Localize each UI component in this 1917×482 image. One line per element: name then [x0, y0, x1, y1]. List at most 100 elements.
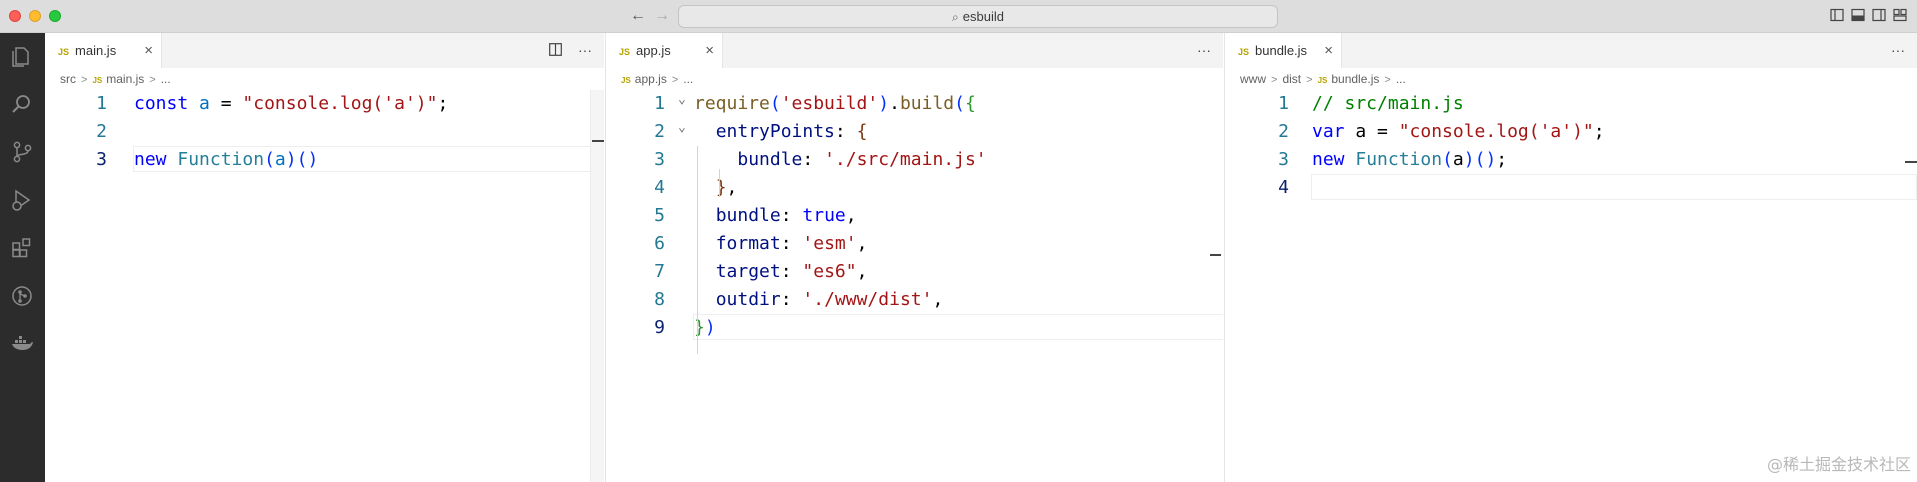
code-token: (: [1474, 149, 1486, 170]
code-line[interactable]: 4: [1225, 174, 1917, 202]
indent-guide: [697, 146, 698, 354]
code-line[interactable]: 2: [45, 118, 604, 146]
more-icon[interactable]: ···: [1197, 42, 1211, 58]
source-control-icon[interactable]: [9, 139, 35, 165]
back-arrow-icon[interactable]: ←: [630, 6, 646, 26]
split-editor-icon[interactable]: [549, 42, 566, 58]
git-graph-icon[interactable]: [9, 283, 35, 309]
breadcrumb-item[interactable]: main.js: [106, 72, 144, 86]
code-line[interactable]: 1 ⌄ require('esbuild').build({: [606, 90, 1223, 118]
code-line[interactable]: 2 var a = "console.log('a')";: [1225, 118, 1917, 146]
extensions-icon[interactable]: [9, 235, 35, 261]
run-debug-icon[interactable]: [9, 187, 35, 213]
breadcrumb-item[interactable]: src: [60, 72, 76, 86]
command-center-search[interactable]: ⌕ esbuild: [678, 5, 1278, 28]
code-editor[interactable]: 1 const a = "console.log('a')"; 2 3 new Func…: [45, 90, 604, 174]
line-number: 3: [654, 149, 665, 170]
code-line[interactable]: 3 new Function(a)();: [1225, 146, 1917, 174]
code-token: "console.log('a')": [242, 93, 438, 114]
code-line[interactable]: 1 const a = "console.log('a')";: [45, 90, 604, 118]
code-text: const a = "console.log('a')";: [134, 90, 448, 118]
breadcrumb-item[interactable]: www: [1240, 72, 1266, 86]
code-line[interactable]: 3 new Function(a)(): [45, 146, 604, 174]
editor-actions: ···: [1185, 33, 1211, 68]
tab-bar: JS bundle.js × ···: [1225, 33, 1917, 68]
customize-layout-icon[interactable]: [1893, 8, 1907, 22]
code-token: var: [1312, 121, 1345, 142]
breadcrumb-item[interactable]: ...: [161, 72, 171, 86]
code-token: "console.log('a')": [1398, 121, 1594, 142]
code-line[interactable]: 7 target: "es6",: [606, 258, 1223, 286]
code-line[interactable]: 1 // src/main.js: [1225, 90, 1917, 118]
breadcrumb-item[interactable]: ...: [683, 72, 693, 86]
code-token: ): [307, 149, 319, 170]
close-icon[interactable]: ×: [705, 33, 714, 68]
maximize-window-button[interactable]: [49, 10, 61, 22]
code-token: bundle: [737, 149, 803, 170]
code-line[interactable]: 2 ⌄ entryPoints: {: [606, 118, 1223, 146]
fold-chevron-icon[interactable]: ⌄: [678, 86, 686, 114]
close-icon[interactable]: ×: [1324, 33, 1333, 68]
tab-bar: JS main.js × ···: [45, 33, 604, 68]
breadcrumb-item[interactable]: app.js: [635, 72, 667, 86]
minimize-window-button[interactable]: [29, 10, 41, 22]
breadcrumb-item[interactable]: ...: [1396, 72, 1406, 86]
code-token: a =: [1344, 121, 1399, 142]
vertical-scrollbar[interactable]: [590, 90, 604, 482]
toggle-secondary-sidebar-icon[interactable]: [1872, 8, 1886, 22]
code-line[interactable]: 8 outdir: './www/dist',: [606, 286, 1223, 314]
fold-chevron-icon[interactable]: ⌄: [678, 114, 686, 142]
more-icon[interactable]: ···: [578, 42, 592, 58]
close-icon[interactable]: ×: [144, 33, 153, 68]
line-number: 8: [654, 289, 665, 310]
editor-pane-bundle-js: JS bundle.js × ··· www > dist > JS bundle.js >.…: [1224, 33, 1917, 482]
explorer-icon[interactable]: [9, 43, 35, 69]
scrollbar-position-marker: [1210, 254, 1221, 256]
code-line[interactable]: 4 },: [606, 174, 1223, 202]
tab-main-js[interactable]: JS main.js ×: [45, 33, 162, 68]
code-token: bundle: [715, 205, 781, 226]
code-token: {: [856, 121, 868, 142]
code-token: 'esm': [802, 233, 857, 254]
code-token: .: [889, 93, 900, 114]
code-line[interactable]: 5 bundle: true,: [606, 202, 1223, 230]
tab-app-js[interactable]: JS app.js ×: [606, 33, 723, 68]
line-number: 4: [1278, 177, 1289, 198]
search-icon[interactable]: [9, 91, 35, 117]
code-line[interactable]: 3 bundle: './src/main.js': [606, 146, 1223, 174]
code-token: (: [264, 149, 275, 170]
breadcrumb: www > dist > JS bundle.js >...: [1225, 68, 1917, 90]
code-line[interactable]: 6 format: 'esm',: [606, 230, 1223, 258]
code-token: a: [274, 149, 286, 170]
code-line[interactable]: 9}): [606, 314, 1223, 342]
code-text: var a = "console.log('a')";: [1312, 118, 1605, 146]
code-token: :: [780, 233, 803, 254]
tab-bundle-js[interactable]: JS bundle.js ×: [1225, 33, 1342, 68]
code-token: './src/main.js': [824, 149, 987, 170]
line-number: 9: [654, 317, 665, 338]
toggle-primary-sidebar-icon[interactable]: [1830, 8, 1844, 22]
command-center-label: esbuild: [962, 9, 1004, 24]
title-bar: ← → ⌕ esbuild: [0, 0, 1917, 33]
code-token: "es6": [802, 261, 857, 282]
code-text: require('esbuild').build({: [694, 90, 976, 118]
code-editor[interactable]: 1 // src/main.js 2 var a = "console.log('a'…: [1225, 90, 1917, 202]
code-token: new: [134, 149, 167, 170]
breadcrumb-item[interactable]: bundle.js: [1331, 72, 1379, 86]
forward-arrow-icon[interactable]: →: [654, 6, 670, 26]
line-number: 5: [654, 205, 665, 226]
code-editor[interactable]: 1 ⌄ require('esbuild').build({2 ⌄ entryPoin…: [606, 90, 1223, 342]
breadcrumb-item[interactable]: dist: [1282, 72, 1301, 86]
code-token: ): [1463, 149, 1475, 170]
docker-icon[interactable]: [9, 331, 35, 357]
close-window-button[interactable]: [9, 10, 21, 22]
toggle-panel-icon[interactable]: [1851, 8, 1865, 22]
code-token: Function: [1355, 149, 1443, 170]
scrollbar-position-marker: [1905, 161, 1917, 163]
more-icon[interactable]: ···: [1891, 42, 1905, 58]
tab-label: main.js: [75, 43, 117, 58]
current-line-highlight: [693, 314, 1223, 340]
